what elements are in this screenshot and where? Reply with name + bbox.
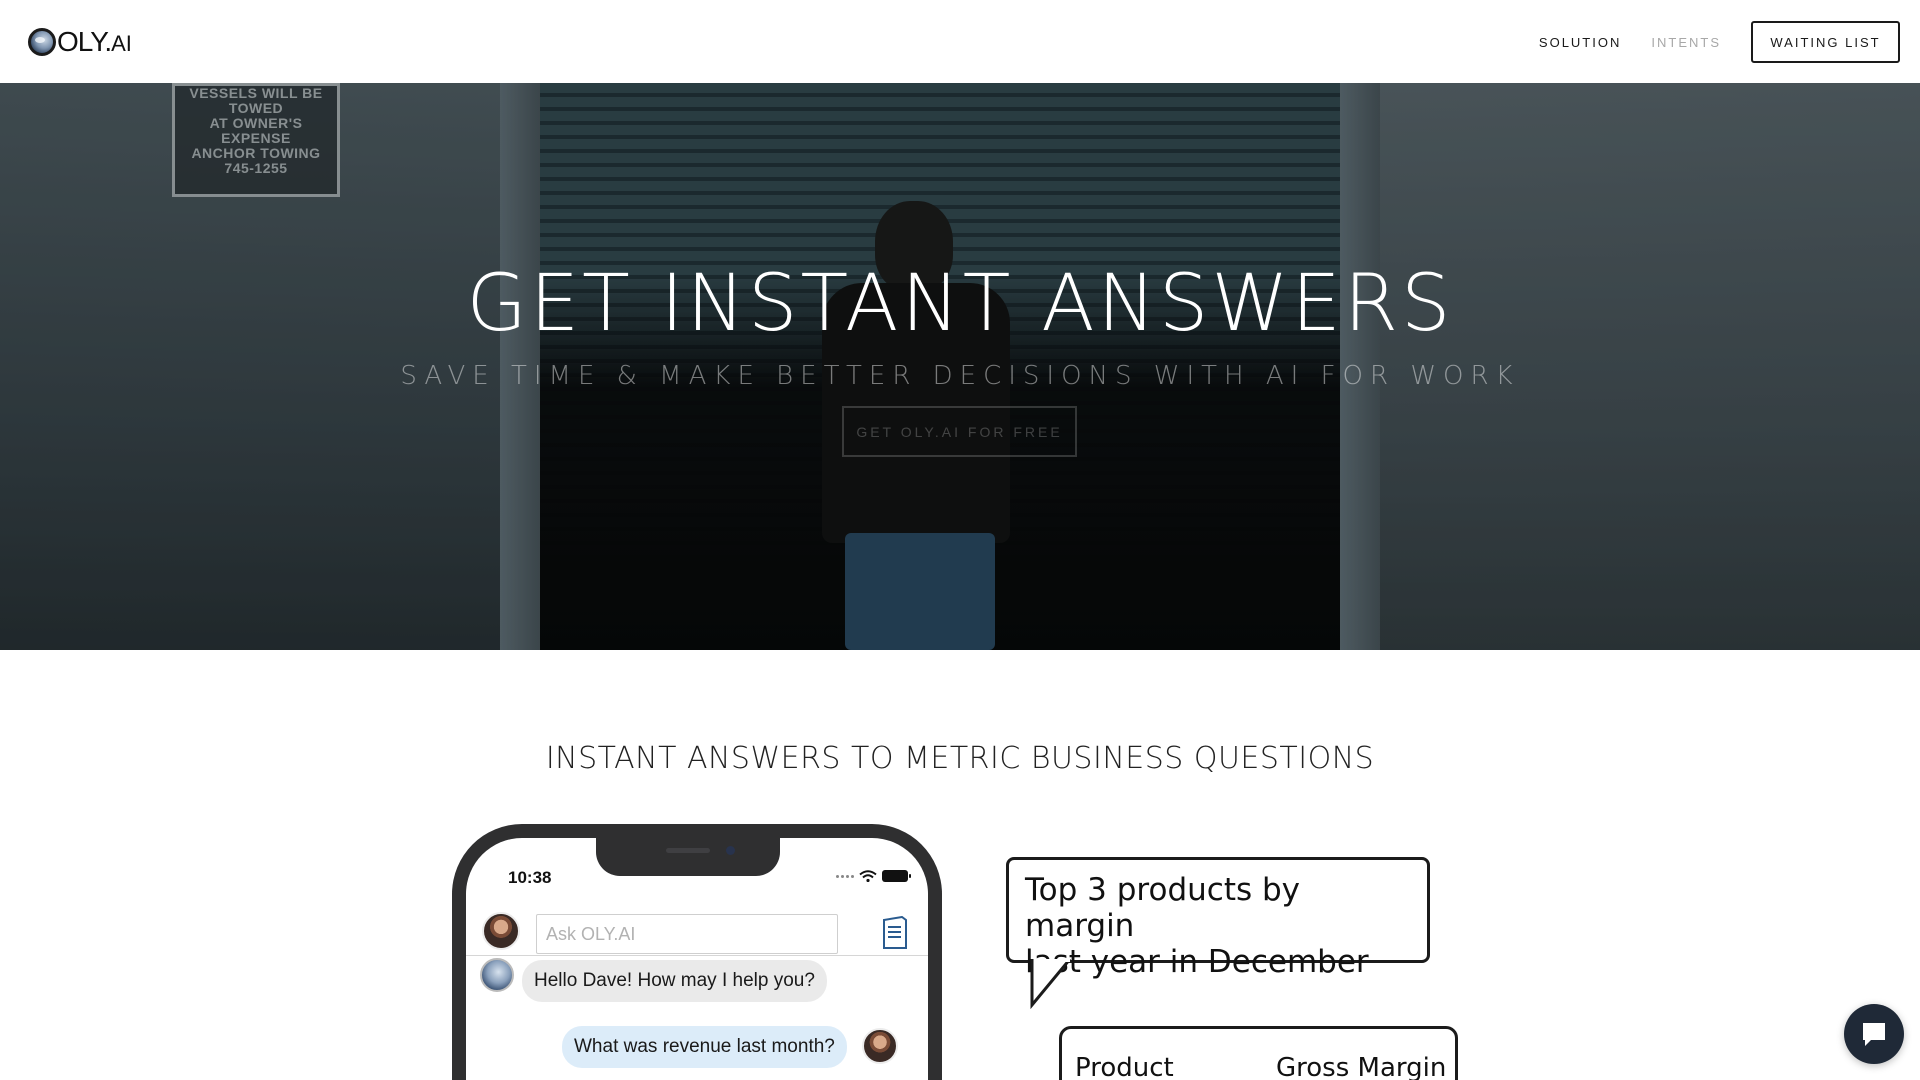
speech-bubble-tail — [1030, 959, 1072, 1009]
user-avatar — [862, 1028, 898, 1064]
table-header-product: Product — [1075, 1053, 1174, 1080]
top-navigation: OLY.AI SOLUTION INTENTS WAITING LIST — [0, 0, 1920, 83]
phone-speaker — [666, 848, 710, 853]
hero-section: VESSELS WILL BE TOWED AT OWNER'S EXPENSE… — [0, 83, 1920, 650]
chat-app-bar: Ask OLY.AI — [466, 906, 928, 956]
section-title: INSTANT ANSWERS TO METRIC BUSINESS QUEST… — [545, 741, 1375, 776]
phone-screen: 10:38 Ask OLY.AI Hello Dave! How may I h… — [466, 838, 928, 1080]
logo[interactable]: OLY.AI — [28, 26, 132, 58]
example-question-line-1: Top 3 products by margin — [1025, 872, 1301, 944]
user-avatar[interactable] — [482, 912, 520, 950]
phone-notch — [596, 838, 780, 876]
nav-link-intents[interactable]: INTENTS — [1651, 35, 1721, 50]
chat-widget-button[interactable] — [1844, 1004, 1904, 1064]
ask-input[interactable]: Ask OLY.AI — [536, 914, 838, 954]
phone-mockup: 10:38 Ask OLY.AI Hello Dave! How may I h… — [452, 824, 942, 1080]
oly-avatar — [480, 958, 514, 992]
nav-links: SOLUTION INTENTS WAITING LIST — [1539, 21, 1900, 63]
phone-camera — [726, 846, 735, 855]
hero-subtitle: SAVE TIME & MAKE BETTER DECISIONS WITH A… — [400, 361, 1520, 391]
waiting-list-button[interactable]: WAITING LIST — [1751, 21, 1900, 63]
answer-table: Product Gross Margin — [1059, 1026, 1458, 1080]
hero-title: GET INSTANT ANSWERS — [466, 259, 1454, 349]
message-bubble-oly: Hello Dave! How may I help you? — [522, 960, 827, 1002]
globe-logo-icon — [28, 28, 56, 56]
example-question-bubble: Top 3 products by margin last year in De… — [1006, 857, 1430, 980]
signal-icon — [836, 874, 854, 878]
logo-main-text: OLY. — [57, 26, 112, 57]
logo-text: OLY.AI — [57, 28, 132, 56]
nav-link-solution[interactable]: SOLUTION — [1539, 35, 1621, 50]
table-header-gross-margin: Gross Margin — [1276, 1053, 1447, 1080]
message-bubble-user: What was revenue last month? — [562, 1026, 847, 1068]
chat-bubble-icon — [1863, 1023, 1885, 1046]
page: OLY.AI SOLUTION INTENTS WAITING LIST VES… — [0, 0, 1920, 1080]
status-bar-icons — [836, 870, 911, 882]
get-oly-free-button[interactable]: GET OLY.AI FOR FREE — [842, 406, 1077, 457]
logo-suffix-text: AI — [111, 31, 132, 56]
document-icon[interactable] — [882, 916, 908, 950]
wifi-icon — [859, 870, 877, 882]
battery-icon — [882, 870, 911, 882]
status-bar-time: 10:38 — [508, 868, 552, 887]
